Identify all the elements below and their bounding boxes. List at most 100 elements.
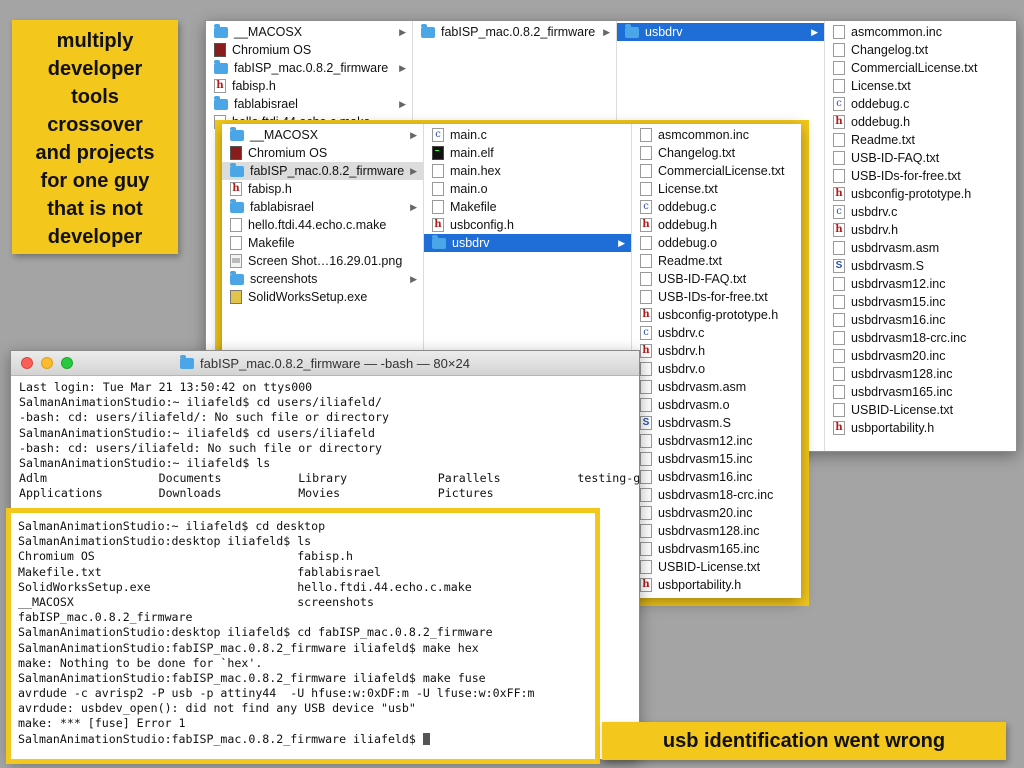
finder-item[interactable]: USB-ID-FAQ.txt (632, 270, 801, 288)
terminal-line-text: __MACOSX screenshots (18, 594, 374, 609)
finder-item[interactable]: h usbportability.h (632, 576, 801, 594)
finder-item[interactable]: usbdrvasm128.inc (825, 365, 1016, 383)
finder-item[interactable]: SolidWorksSetup.exe (222, 288, 423, 306)
finder-item[interactable]: License.txt (632, 180, 801, 198)
finder-item[interactable]: USBID-License.txt (632, 558, 801, 576)
finder-item[interactable]: Susbdrvasm.S (825, 257, 1016, 275)
finder-item[interactable]: usbdrvasm16.inc (825, 311, 1016, 329)
finder-item[interactable]: Makefile (424, 198, 631, 216)
finder-item[interactable]: Readme.txt (825, 131, 1016, 149)
finder-item-label: usbconfig.h (450, 218, 514, 232)
finder-item-label: oddebug.c (658, 200, 717, 214)
finder-item[interactable]: usbdrv.o (632, 360, 801, 378)
finder-item[interactable]: CommercialLicense.txt (632, 162, 801, 180)
terminal-line-text: Applications Downloads Movies Pictures (19, 486, 494, 501)
finder-item-label: usbdrv.c (851, 205, 898, 219)
finder-item[interactable]: h oddebug.h (632, 216, 801, 234)
terminal-line: SalmanAnimationStudio:fabISP_mac.0.8.2_f… (18, 671, 595, 686)
finder-item[interactable]: USB-IDs-for-free.txt (632, 288, 801, 306)
finder-item[interactable]: __MACOSX ▶ (206, 23, 412, 41)
finder-item[interactable]: asmcommon.inc (825, 23, 1016, 41)
finder-item-label: main.o (450, 182, 488, 196)
finder-item[interactable]: Makefile (222, 234, 423, 252)
finder-item-label: __MACOSX (234, 25, 303, 39)
finder-item[interactable]: usbdrv ▶ (617, 23, 824, 41)
finder-item[interactable]: screenshots ▶ (222, 270, 423, 288)
finder-item[interactable]: fablabisrael ▶ (206, 95, 412, 113)
document-icon (833, 169, 845, 183)
finder-item[interactable]: USBID-License.txt (825, 401, 1016, 419)
folder-icon (421, 24, 435, 38)
finder-item[interactable]: h usbdrv.h (825, 221, 1016, 239)
finder-item[interactable]: h usbconfig.h (424, 216, 631, 234)
finder-item-label: USB-ID-FAQ.txt (658, 272, 747, 286)
finder-item[interactable]: usbdrv ▶ (424, 234, 631, 252)
finder-item[interactable]: usbdrvasm15.inc (825, 293, 1016, 311)
finder-item[interactable]: h fabisp.h (206, 77, 412, 95)
finder-item[interactable]: c main.c (424, 126, 631, 144)
terminal-line: SalmanAnimationStudio:desktop iliafeld$ … (18, 534, 595, 549)
finder-item[interactable]: usbdrvasm.o (632, 396, 801, 414)
finder-item[interactable]: c oddebug.c (632, 198, 801, 216)
finder-item[interactable]: USB-ID-FAQ.txt (825, 149, 1016, 167)
finder-item[interactable]: c usbdrv.c (825, 203, 1016, 221)
finder-item[interactable]: usbdrvasm12.inc (632, 432, 801, 450)
finder-item-label: Changelog.txt (851, 43, 929, 57)
finder-item[interactable]: main.elf (424, 144, 631, 162)
finder-item[interactable]: Susbdrvasm.S (632, 414, 801, 432)
document-icon (640, 164, 652, 178)
finder-item[interactable]: CommercialLicense.txt (825, 59, 1016, 77)
terminal-line: Chromium OS fabisp.h (18, 549, 595, 564)
sticky-note-line: developer (47, 226, 143, 248)
finder-item[interactable]: main.o (424, 180, 631, 198)
finder-item[interactable]: usbdrvasm128.inc (632, 522, 801, 540)
folder-icon (230, 127, 244, 141)
finder-item[interactable]: USB-IDs-for-free.txt (825, 167, 1016, 185)
finder-back-column-4: asmcommon.inc Changelog.txt CommercialLice… (825, 21, 1016, 451)
finder-item-label: usbdrvasm.asm (851, 241, 940, 255)
finder-item[interactable]: h oddebug.h (825, 113, 1016, 131)
finder-item[interactable]: usbdrvasm15.inc (632, 450, 801, 468)
finder-item[interactable]: fabISP_mac.0.8.2_firmware ▶ (413, 23, 616, 41)
finder-item[interactable]: Changelog.txt (632, 144, 801, 162)
finder-item[interactable]: fabISP_mac.0.8.2_firmware ▶ (206, 59, 412, 77)
finder-item[interactable]: Readme.txt (632, 252, 801, 270)
finder-item[interactable]: fabISP_mac.0.8.2_firmware ▶ (222, 162, 423, 180)
finder-item[interactable]: oddebug.o (632, 234, 801, 252)
finder-item[interactable]: h usbconfig-prototype.h (632, 306, 801, 324)
finder-item[interactable]: usbdrvasm.asm (825, 239, 1016, 257)
finder-item[interactable]: usbdrvasm165.inc (825, 383, 1016, 401)
finder-item[interactable]: h usbconfig-prototype.h (825, 185, 1016, 203)
document-icon (640, 452, 652, 466)
finder-item[interactable]: c oddebug.c (825, 95, 1016, 113)
finder-item[interactable]: usbdrvasm18-crc.inc (632, 486, 801, 504)
finder-item[interactable]: usbdrvasm12.inc (825, 275, 1016, 293)
disclosure-arrow-icon: ▶ (811, 27, 818, 37)
finder-item[interactable]: Chromium OS (206, 41, 412, 59)
document-icon (640, 542, 652, 556)
finder-item[interactable]: asmcommon.inc (632, 126, 801, 144)
finder-item[interactable]: usbdrvasm20.inc (825, 347, 1016, 365)
document-icon (833, 43, 845, 57)
finder-item[interactable]: usbdrvasm20.inc (632, 504, 801, 522)
finder-item-label: usbdrvasm.S (851, 259, 924, 273)
finder-item[interactable]: Changelog.txt (825, 41, 1016, 59)
finder-item[interactable]: h usbportability.h (825, 419, 1016, 437)
finder-item[interactable]: License.txt (825, 77, 1016, 95)
finder-item[interactable]: main.hex (424, 162, 631, 180)
finder-item[interactable]: Screen Shot…16.29.01.png (222, 252, 423, 270)
finder-item[interactable]: Chromium OS (222, 144, 423, 162)
finder-item[interactable]: usbdrvasm.asm (632, 378, 801, 396)
finder-item[interactable]: c usbdrv.c (632, 324, 801, 342)
finder-item[interactable]: usbdrvasm165.inc (632, 540, 801, 558)
finder-item[interactable]: usbdrvasm18-crc.inc (825, 329, 1016, 347)
finder-item[interactable]: h usbdrv.h (632, 342, 801, 360)
terminal-line-text: SalmanAnimationStudio:fabISP_mac.0.8.2_f… (18, 731, 423, 746)
finder-item[interactable]: fablabisrael ▶ (222, 198, 423, 216)
finder-item[interactable]: h fabisp.h (222, 180, 423, 198)
finder-item[interactable]: usbdrvasm16.inc (632, 468, 801, 486)
finder-item-label: usbconfig-prototype.h (851, 187, 972, 201)
finder-item[interactable]: hello.ftdi.44.echo.c.make (222, 216, 423, 234)
finder-item[interactable]: __MACOSX ▶ (222, 126, 423, 144)
finder-item-label: usbdrvasm.asm (658, 380, 747, 394)
